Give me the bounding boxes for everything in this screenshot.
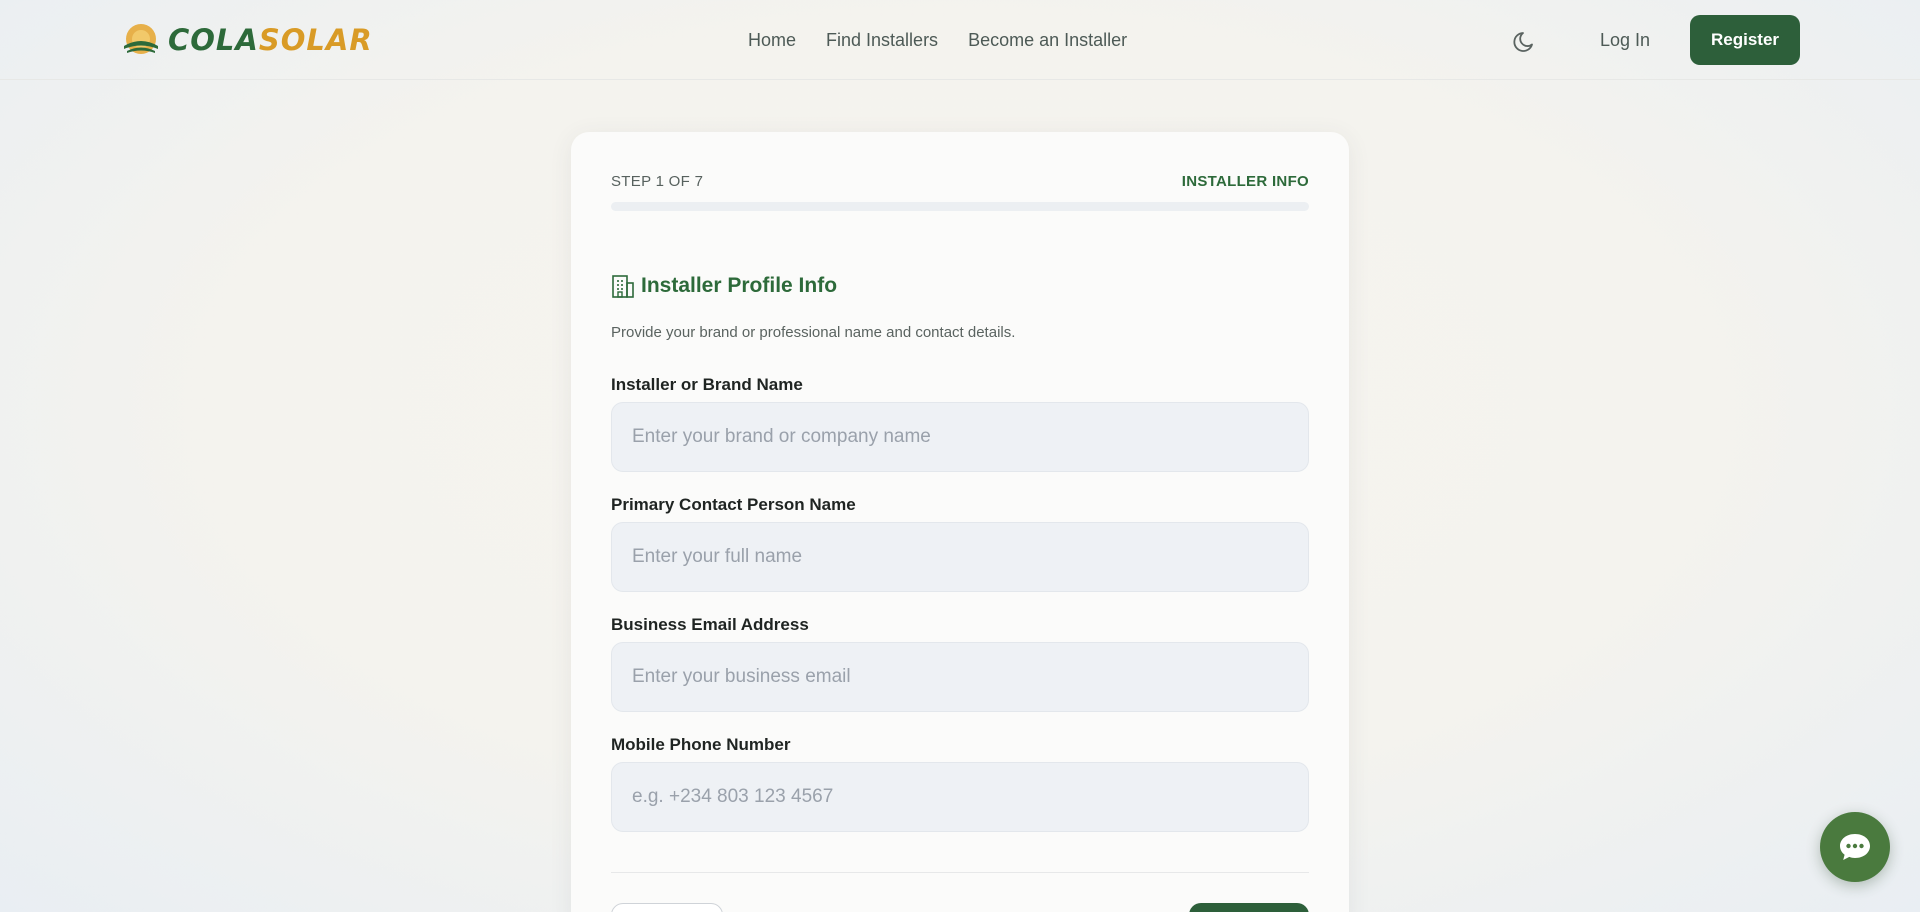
top-navbar: COLASOLAR Home Find Installers Become an…	[0, 0, 1920, 80]
next-button[interactable]	[1189, 903, 1309, 912]
moon-icon[interactable]	[1512, 28, 1538, 54]
phone-label: Mobile Phone Number	[611, 735, 791, 754]
section-description: Provide your brand or professional name …	[611, 324, 1016, 341]
section-title: Installer Profile Info	[641, 274, 838, 297]
phone-input[interactable]	[611, 762, 1309, 832]
business-email-input[interactable]	[611, 642, 1309, 712]
contact-name-label: Primary Contact Person Name	[611, 495, 856, 514]
section-header: Installer Profile Info	[611, 273, 837, 299]
step-name: INSTALLER INFO	[1181, 173, 1309, 190]
nav-link-find-installers[interactable]: Find Installers	[826, 29, 938, 51]
step-indicator: STEP 1 OF 7	[611, 173, 704, 190]
chat-bubble-icon	[1840, 834, 1870, 860]
back-button[interactable]	[611, 903, 723, 912]
nav-link-become-installer[interactable]: Become an Installer	[968, 29, 1127, 51]
brand-wordmark: COLASOLAR	[168, 23, 373, 57]
progress-bar	[611, 202, 1309, 211]
sun-logo-icon	[124, 24, 158, 54]
nav-link-home[interactable]: Home	[748, 29, 796, 51]
building-icon	[612, 275, 634, 298]
brand-name-label: Installer or Brand Name	[611, 375, 803, 394]
brand-name-input[interactable]	[611, 402, 1309, 472]
register-button[interactable]: Register	[1690, 15, 1800, 65]
installer-signup-card: STEP 1 OF 7 INSTALLER INFO Installer Pro…	[571, 132, 1349, 912]
main-nav: Home Find Installers Become an Installer	[748, 29, 1127, 51]
business-email-label: Business Email Address	[611, 615, 809, 634]
contact-name-input[interactable]	[611, 522, 1309, 592]
footer-divider	[611, 872, 1309, 873]
brand-logo[interactable]: COLASOLAR	[122, 22, 373, 58]
login-link[interactable]: Log In	[1600, 29, 1650, 51]
chat-button[interactable]	[1820, 812, 1890, 882]
